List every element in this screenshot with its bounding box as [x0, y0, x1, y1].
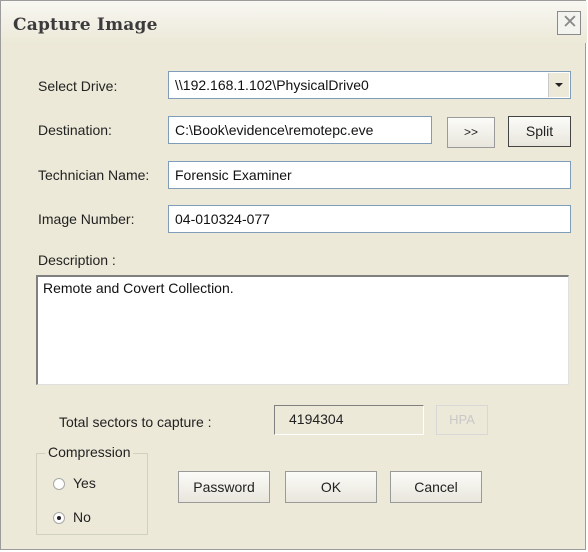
- select-drive-dropdown[interactable]: \\192.168.1.102\PhysicalDrive0: [168, 71, 571, 99]
- close-button[interactable]: ✕: [557, 11, 581, 35]
- select-drive-label: Select Drive:: [38, 78, 118, 94]
- select-drive-value: \\192.168.1.102\PhysicalDrive0: [175, 77, 369, 93]
- compression-group: Compression Yes No: [36, 444, 148, 535]
- image-number-field[interactable]: 04-010324-077: [168, 205, 571, 233]
- close-icon: ✕: [562, 12, 578, 33]
- technician-name-field[interactable]: Forensic Examiner: [168, 161, 571, 189]
- image-number-label: Image Number:: [38, 211, 135, 227]
- technician-name-label: Technician Name:: [38, 167, 150, 183]
- destination-label: Destination:: [38, 122, 112, 138]
- destination-field[interactable]: C:\Book\evidence\remotepc.eve: [168, 116, 432, 144]
- dropdown-button[interactable]: [548, 73, 569, 97]
- ok-button[interactable]: OK: [285, 471, 377, 503]
- hpa-button[interactable]: HPA: [436, 405, 488, 435]
- browse-button[interactable]: >>: [447, 117, 495, 148]
- compression-yes-radio[interactable]: [53, 478, 65, 490]
- window-title: Capture Image: [13, 15, 158, 35]
- description-textarea[interactable]: Remote and Covert Collection.: [36, 275, 569, 385]
- password-button[interactable]: Password: [178, 471, 270, 503]
- total-sectors-label: Total sectors to capture :: [59, 414, 212, 430]
- split-button[interactable]: Split: [508, 116, 571, 147]
- capture-image-dialog: Capture Image ✕ Select Drive: \\192.168.…: [0, 0, 587, 550]
- compression-yes-label[interactable]: Yes: [73, 475, 96, 491]
- title-bar[interactable]: Capture Image ✕: [1, 1, 587, 43]
- description-label: Description :: [38, 252, 116, 268]
- compression-no-label[interactable]: No: [73, 509, 91, 525]
- compression-title: Compression: [45, 444, 134, 460]
- chevron-down-icon: [555, 83, 563, 87]
- total-sectors-value: 4194304: [274, 405, 424, 435]
- compression-no-radio[interactable]: [53, 512, 65, 524]
- cancel-button[interactable]: Cancel: [390, 471, 482, 503]
